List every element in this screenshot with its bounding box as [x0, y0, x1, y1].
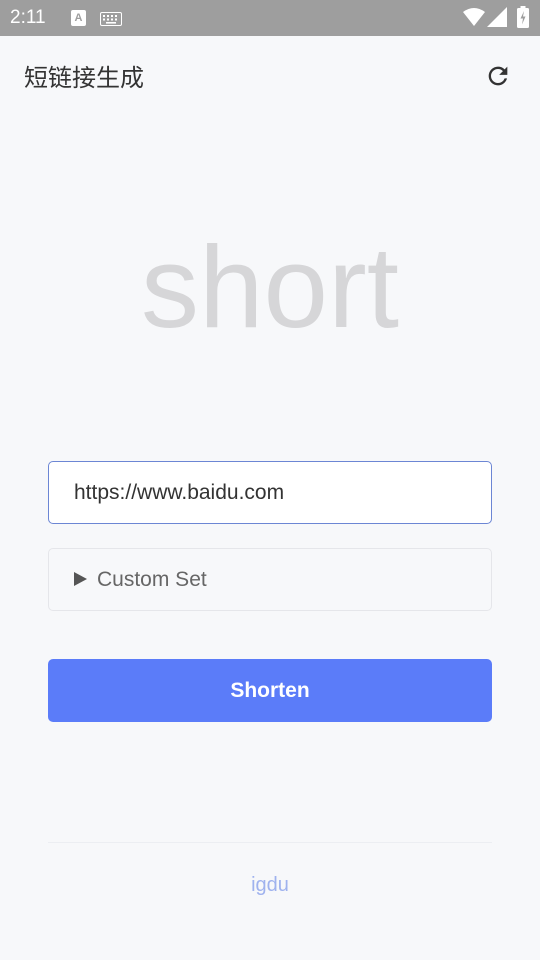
wifi-icon: [463, 7, 485, 31]
page-title: 短链接生成: [24, 64, 144, 92]
refresh-icon: [484, 62, 512, 94]
triangle-right-icon: [74, 572, 87, 586]
url-input[interactable]: [48, 461, 492, 524]
status-time: 2:11: [10, 7, 46, 28]
app-bar: 短链接生成: [0, 36, 540, 120]
battery-icon: [517, 6, 529, 32]
footer-link[interactable]: igdu: [0, 871, 540, 899]
keyboard-icon: [100, 11, 122, 30]
custom-set-toggle[interactable]: Custom Set: [48, 548, 492, 611]
status-bar: 2:11 A: [0, 0, 540, 36]
a-notification-icon: A: [71, 10, 86, 26]
signal-icon: [487, 7, 507, 31]
footer-divider: [48, 842, 492, 843]
refresh-button[interactable]: [478, 58, 518, 98]
shorten-button[interactable]: Shorten: [48, 659, 492, 722]
custom-set-label: Custom Set: [97, 568, 207, 591]
hero-title: short: [141, 222, 399, 352]
